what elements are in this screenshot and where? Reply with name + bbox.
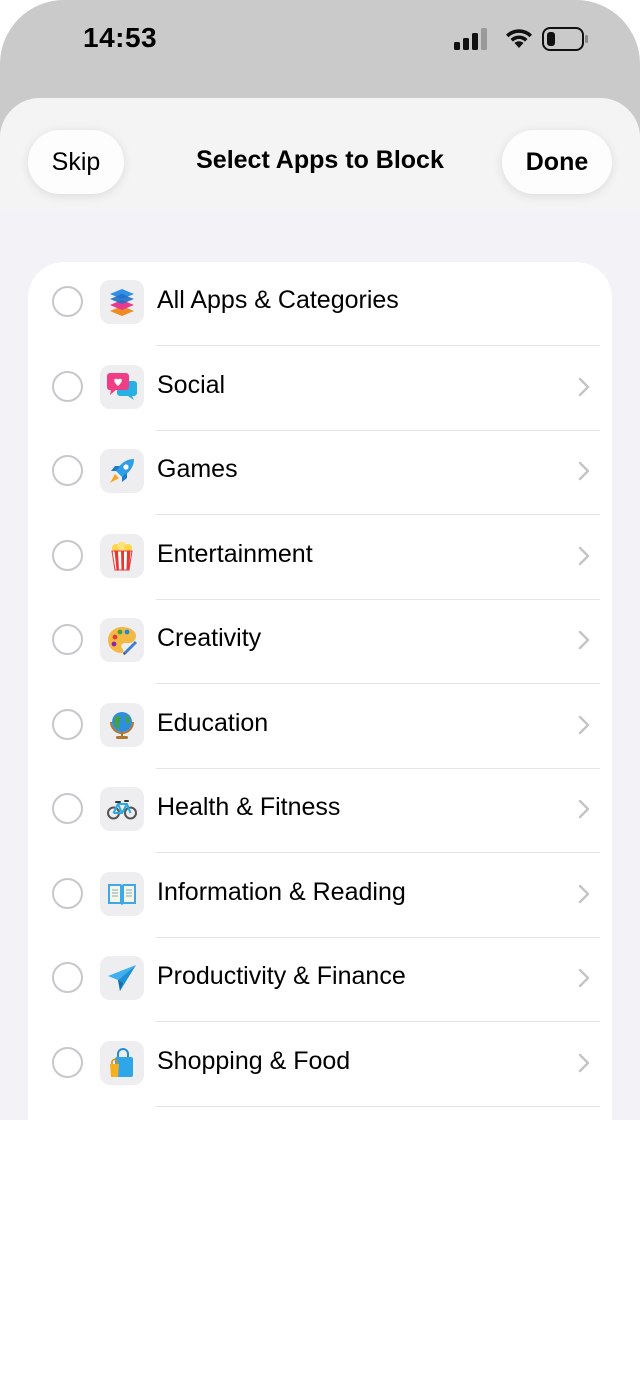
category-label: Games: [157, 455, 238, 483]
rocket-icon: [110, 459, 134, 483]
select-radio[interactable]: [52, 624, 83, 655]
list-item-shopping-food[interactable]: Shopping & Food: [28, 1023, 612, 1107]
chevron-right-icon: [578, 546, 590, 565]
list-item-productivity-finance[interactable]: Productivity & Finance: [28, 938, 612, 1022]
sheet-header: Skip Select Apps to Block Done: [0, 98, 640, 210]
list-item-health-fitness[interactable]: Health & Fitness: [28, 769, 612, 853]
category-label: Social: [157, 370, 226, 399]
select-radio[interactable]: [52, 1046, 83, 1078]
cellular-signal-icon: [454, 28, 487, 50]
status-time: 14:53: [83, 22, 158, 53]
category-label: Shopping & Food: [157, 1046, 351, 1075]
select-radio[interactable]: [52, 877, 83, 909]
chevron-right-icon: [578, 799, 590, 819]
done-button[interactable]: Done: [502, 130, 612, 194]
category-label: Information & Reading: [157, 877, 406, 906]
stack-icon: [110, 289, 134, 316]
category-label: Productivity & Finance: [157, 962, 406, 990]
chevron-right-icon: [578, 968, 590, 988]
list-item-education[interactable]: Education: [28, 685, 612, 769]
select-radio[interactable]: [52, 962, 83, 993]
list-item-games[interactable]: Games: [28, 431, 612, 515]
list-item-entertainment[interactable]: Entertainment: [28, 516, 612, 600]
category-label: All Apps & Categories: [157, 286, 399, 314]
chevron-right-icon: [578, 884, 590, 903]
palette-icon: [108, 627, 137, 655]
select-apps-sheet: Skip Select Apps to Block Done All Apps …: [0, 98, 640, 1120]
list-item-social[interactable]: Social: [28, 347, 612, 431]
chevron-right-icon: [578, 377, 590, 396]
shopping-bag-icon: [110, 1047, 133, 1077]
bicycle-icon: [107, 800, 137, 820]
select-radio[interactable]: [52, 455, 83, 486]
globe-icon: [110, 711, 134, 739]
battery-icon: [542, 27, 588, 51]
category-label: Health & Fitness: [157, 793, 341, 821]
paper-plane-icon: [108, 965, 136, 991]
chevron-right-icon: [578, 630, 590, 650]
category-label: Entertainment: [157, 539, 313, 568]
chevron-right-icon: [578, 715, 590, 734]
category-label: Education: [157, 708, 269, 737]
select-radio[interactable]: [52, 286, 83, 317]
book-icon: [108, 883, 136, 906]
list-item-information-reading[interactable]: Information & Reading: [28, 854, 612, 938]
category-list: All Apps & Categories Social Games Enter…: [28, 262, 612, 1120]
select-radio[interactable]: [52, 370, 83, 402]
chevron-right-icon: [578, 1053, 590, 1072]
chat-heart-icon: [106, 372, 137, 400]
category-label: Creativity: [157, 624, 262, 652]
select-radio[interactable]: [52, 793, 83, 824]
popcorn-icon: [111, 541, 133, 570]
list-item-creativity[interactable]: Creativity: [28, 600, 612, 684]
select-radio[interactable]: [52, 539, 83, 571]
select-radio[interactable]: [52, 708, 83, 740]
status-bar: 14:53: [0, 0, 640, 80]
list-item-all-apps[interactable]: All Apps & Categories: [28, 262, 612, 346]
chevron-right-icon: [578, 461, 590, 481]
wifi-icon: [506, 29, 532, 48]
